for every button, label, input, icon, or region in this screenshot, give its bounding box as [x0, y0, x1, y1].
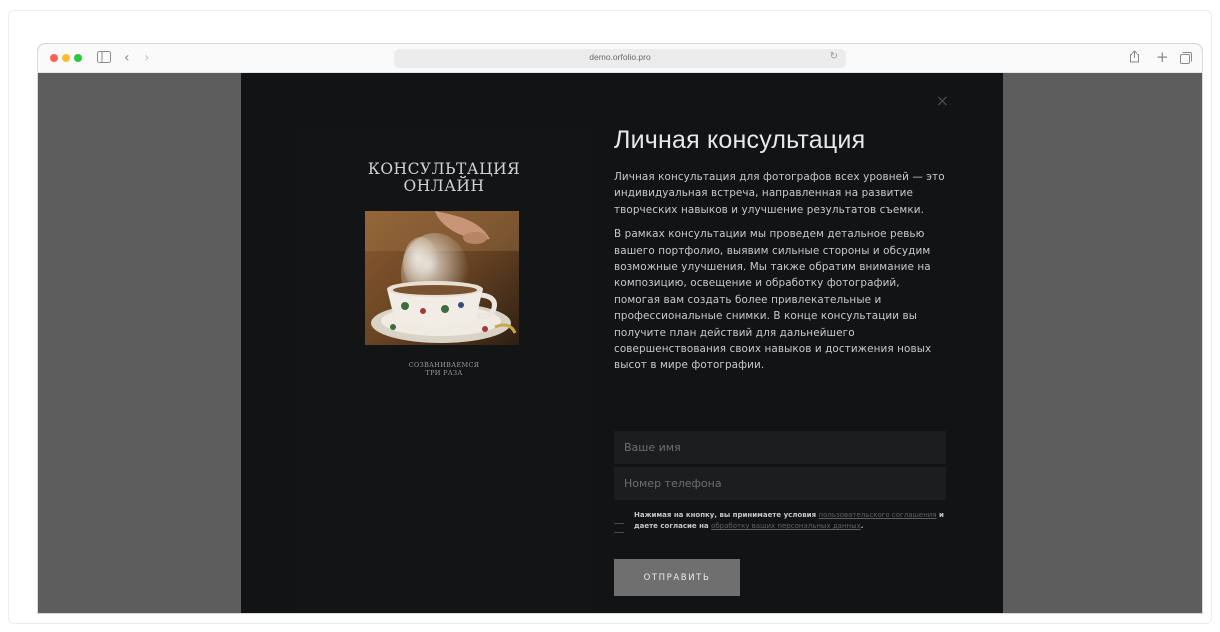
- cover-card: КОНСУЛЬТАЦИЯ ОНЛАЙН СОЗВАНИВАЕМСЯ ТРИ РА…: [297, 127, 591, 613]
- forward-icon[interactable]: ›: [144, 49, 150, 67]
- modal-content: Личная консультация Личная консультация …: [614, 125, 949, 374]
- minimize-window-dot[interactable]: [62, 54, 70, 62]
- consultation-modal: × КОНСУЛЬТАЦИЯ ОНЛАЙН СОЗВАНИВАЕМСЯ ТРИ …: [241, 73, 1003, 613]
- cover-subtitle: СОЗВАНИВАЕМСЯ ТРИ РАЗА: [297, 361, 591, 377]
- submit-button[interactable]: ОТПРАВИТЬ: [614, 559, 740, 596]
- consent-text: Нажимая на кнопку, вы принимаете условия…: [634, 510, 949, 532]
- tabs-icon[interactable]: [1180, 51, 1192, 69]
- zoom-window-dot[interactable]: [74, 54, 82, 62]
- consent-checkbox[interactable]: [614, 523, 624, 533]
- back-icon[interactable]: ‹: [124, 49, 130, 67]
- consent-prefix: Нажимая на кнопку, вы принимаете условия: [634, 511, 819, 519]
- description-paragraph-1: Личная консультация для фотографов всех …: [614, 171, 945, 216]
- description-paragraph-2: В рамках консультации мы проведем деталь…: [614, 228, 932, 372]
- browser-toolbar: ‹ › demo.orfolio.pro ↻ +: [38, 44, 1202, 73]
- cover-subtitle-line1: СОЗВАНИВАЕМСЯ: [408, 361, 480, 369]
- name-input[interactable]: [614, 431, 946, 464]
- reload-icon[interactable]: ↻: [830, 51, 838, 62]
- cover-subtitle-line2: ТРИ РАЗА: [425, 369, 463, 377]
- consent-suffix: .: [860, 522, 864, 530]
- personal-data-link[interactable]: обработку ваших персональных данных: [711, 522, 861, 530]
- user-agreement-link[interactable]: пользовательского соглашения: [819, 511, 937, 519]
- share-icon[interactable]: [1129, 50, 1140, 68]
- browser-window: ‹ › demo.orfolio.pro ↻ + × КОНСУЛЬТАЦИЯ …: [37, 43, 1203, 614]
- phone-input[interactable]: [614, 467, 946, 500]
- sidebar-icon[interactable]: [97, 50, 111, 68]
- close-window-dot[interactable]: [50, 54, 58, 62]
- address-bar[interactable]: demo.orfolio.pro ↻: [394, 49, 846, 68]
- modal-title: Личная консультация: [614, 126, 866, 154]
- cover-title: КОНСУЛЬТАЦИЯ ОНЛАЙН: [297, 161, 591, 195]
- url-text: demo.orfolio.pro: [589, 52, 651, 62]
- new-tab-icon[interactable]: +: [1156, 48, 1169, 66]
- close-icon[interactable]: ×: [936, 91, 949, 110]
- cover-title-line1: КОНСУЛЬТАЦИЯ: [367, 160, 521, 178]
- cover-title-line2: ОНЛАЙН: [403, 177, 485, 195]
- tea-cup-photo: [365, 211, 519, 345]
